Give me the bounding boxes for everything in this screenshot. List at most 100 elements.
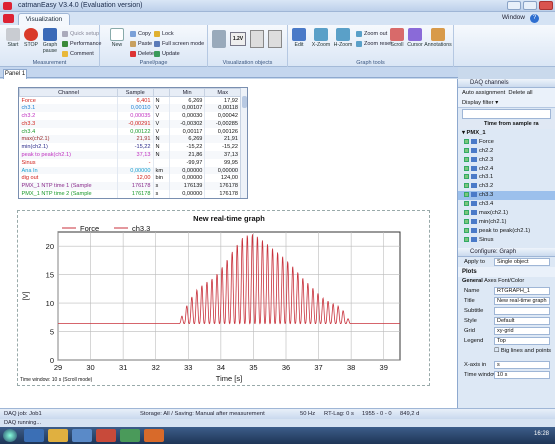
taskbar-ie-icon[interactable] [24,429,44,442]
tab-panel-1[interactable]: Panel 1 [3,69,27,79]
edit-button[interactable]: Edit [290,28,308,48]
table-scrollbar-thumb[interactable] [242,96,247,108]
copy-button[interactable]: Copy [130,30,151,38]
table-scrollbar[interactable] [240,88,247,198]
tab-general[interactable]: General [462,278,483,284]
plots-button[interactable]: Plots [462,269,477,275]
real-time-graph[interactable]: 29 30 31 32 33 34 35 36 37 38 39 0 5 10 15 20 Time [s] [V… [0,218,458,386]
comment-button[interactable]: Comment [62,50,94,58]
prop-value-field[interactable]: RTGRAPH_1 [494,286,550,295]
prop-value-field[interactable]: Default [494,316,550,325]
channel-checkbox[interactable] [464,227,469,233]
table-row[interactable]: ch3.3 -0,00291 V -0,00302 -0,00285 [19,119,241,128]
start-button[interactable]: Start [4,28,22,48]
start-orb-icon[interactable] [3,429,17,442]
digital-display-icon[interactable]: 1.2V [230,32,246,46]
graph-pause-button[interactable]: Graph pause [40,28,60,54]
channel-checkbox[interactable] [464,218,469,224]
window-menu[interactable]: Window [502,14,525,21]
table-row[interactable]: PMX_1 NTP time 2 (Sample 176178 s 0,00000 17… [19,190,241,198]
zoom-out-button[interactable]: Zoom out [356,30,387,38]
timewin-select[interactable]: 10 s [494,370,550,379]
table-row[interactable]: dig out 12,00 bin 0,00000 124,00 [19,174,241,183]
table-row[interactable]: Force 6,401 N 6,269 17,92 [19,96,241,105]
cursor-button[interactable]: Cursor [406,28,424,48]
channel-table[interactable]: Channel Sample Min Max Force 6,401 N 6,269 17,9… [18,87,248,199]
column-header[interactable]: Max [204,88,241,97]
hzoom-button[interactable]: H-Zoom [332,28,354,48]
channel-checkbox[interactable] [464,183,469,189]
channel-checkbox[interactable] [464,138,469,144]
channel-checkbox[interactable] [464,192,469,198]
new-button[interactable]: New [108,28,126,48]
maximize-button[interactable] [523,1,537,10]
tab-font-color[interactable]: Font/Color [498,278,524,284]
gauge-object-icon[interactable] [212,30,226,48]
graph-object-icon[interactable] [268,30,282,48]
channel-checkbox[interactable] [464,156,469,162]
table-row[interactable]: min(ch2.1) -15,22 N -15,22 -15,22 [19,143,241,152]
full-screen-button[interactable]: Full screen mode [154,40,204,48]
table-row[interactable]: peak to peak(ch2.1) 37,13 N 21,86 37,13 [19,151,241,159]
table-row[interactable]: PMX_1 NTP time 3 (Sample176178s176139176… [19,197,241,198]
channel-search-input[interactable] [462,109,551,119]
prop-value-field[interactable]: xy-grid [494,326,550,335]
prop-value-field[interactable] [494,306,550,315]
column-header[interactable] [152,88,170,97]
channel-checkbox[interactable] [464,174,469,180]
lock-button[interactable]: Lock [154,30,174,38]
delete-all-button[interactable]: Delete all [508,90,532,96]
tree-channel-item[interactable]: ch3.2 [458,182,555,191]
minimize-button[interactable] [507,1,521,10]
taskbar-app-icon[interactable] [72,429,92,442]
prop-value-field[interactable]: New real-time graph [494,296,550,305]
scroll-button[interactable]: Scroll [388,28,406,48]
table-row[interactable]: Sinus - -99,97 99,95 [19,158,241,167]
xaxis-select[interactable]: s [494,360,550,369]
help-icon[interactable]: ? [530,14,539,23]
tab-axes[interactable]: Axes [484,278,496,284]
taskbar-app2-icon[interactable] [120,429,140,442]
taskbar-catman-icon[interactable] [96,429,116,442]
delete-button[interactable]: Delete [130,50,154,58]
table-row[interactable]: ch3.4 0,00122 V 0,00117 0,00126 [19,127,241,136]
taskbar-explorer-icon[interactable] [48,429,68,442]
auto-assignment-button[interactable]: Auto assignment [462,90,505,96]
column-header[interactable]: Sample [116,88,154,97]
performance-button[interactable]: Performance [62,40,102,48]
table-row[interactable]: max(ch2.1) 21,91 N 6,269 21,91 [19,135,241,144]
annotations-button[interactable]: Annotations [424,28,452,48]
tree-group-pmx1[interactable]: ▾ PMX_1 [458,129,555,138]
tree-channel-item[interactable]: ch3.4 [458,200,555,209]
tab-visualization[interactable]: Visualization [18,13,70,25]
tree-channel-item[interactable]: Sinus [458,236,555,245]
table-row[interactable]: ch3.1 0,00110 V 0,00107 0,00118 [19,104,241,113]
column-header[interactable]: Min [168,88,206,97]
apply-to-select[interactable]: Single object [494,257,550,266]
table-object-icon[interactable] [250,30,264,48]
prop-value-field[interactable]: Top [494,336,550,345]
display-filter-dropdown[interactable]: Display filter ▾ [458,98,555,108]
paste-button[interactable]: Paste [130,40,152,48]
tree-channel-item[interactable]: ch3.1 [458,173,555,182]
channel-checkbox[interactable] [464,201,469,207]
quick-setup-button[interactable]: Quick setup [62,30,99,38]
table-row[interactable]: Ana In 0,00000 km 0,00000 0,00000 [19,166,241,175]
tree-channel-item[interactable]: min(ch2.1) [458,218,555,227]
zoom-reset-button[interactable]: Zoom reset [356,40,392,48]
tree-channel-item[interactable]: ch2.4 [458,165,555,174]
channel-checkbox[interactable] [464,209,469,215]
tree-channel-item[interactable]: peak to peak(ch2.1) [458,227,555,236]
channel-checkbox[interactable] [464,165,469,171]
table-row[interactable]: PMX_1 NTP time 1 (Sample 176178 s 176139 176… [19,182,241,191]
tree-channel-item[interactable]: ch3.3 [458,191,555,201]
xzoom-button[interactable]: X-Zoom [310,28,332,48]
stop-button[interactable]: STOP [22,28,40,48]
tree-channel-item[interactable]: max(ch2.1) [458,209,555,218]
update-button[interactable]: Update [154,50,180,58]
tree-channel-item[interactable]: ch2.2 [458,147,555,156]
big-lines-checkbox-row[interactable]: ☐ Big lines and points [458,346,555,356]
table-row[interactable]: ch3.2 0,00035 V 0,00030 0,00042 [19,112,241,120]
column-header[interactable]: Channel [19,88,118,97]
channel-checkbox[interactable] [464,236,469,242]
